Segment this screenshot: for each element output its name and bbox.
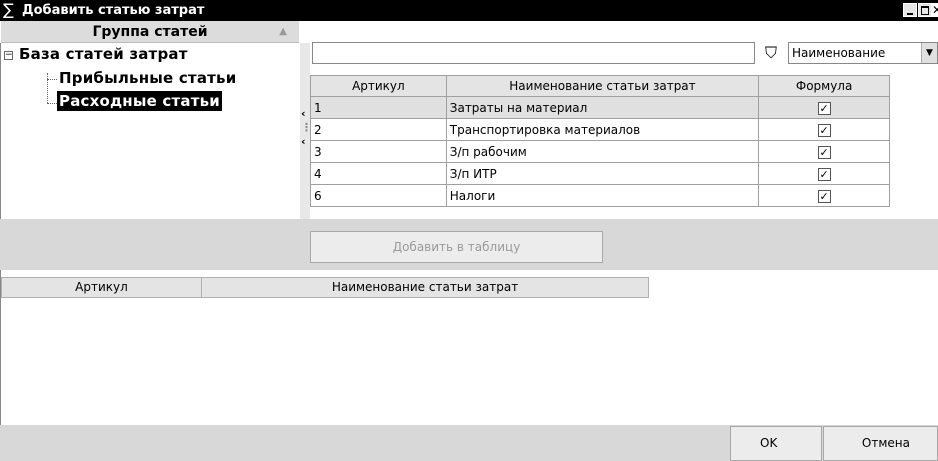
close-button[interactable]: ✕	[932, 3, 938, 17]
column-header-article[interactable]: Артикул	[310, 75, 447, 97]
sort-up-icon: ▲	[279, 26, 287, 37]
cell-formula: ✓	[758, 184, 890, 207]
maximize-button[interactable]	[918, 3, 932, 17]
tree-connector	[47, 79, 57, 80]
column-header-name[interactable]: Наименование статьи затрат	[445, 75, 760, 97]
collapse-left-icon[interactable]: ‹	[301, 135, 306, 148]
collapse-icon[interactable]: −	[4, 51, 13, 60]
search-field-select[interactable]: Наименование ▼	[788, 42, 938, 64]
sigma-icon: ∑	[3, 0, 14, 19]
cell-formula: ✓	[758, 118, 890, 141]
tree-node-expense[interactable]: Расходные статьи	[57, 91, 223, 111]
tree-connector	[47, 103, 57, 104]
formula-checkbox[interactable]: ✓	[817, 123, 831, 137]
table-row[interactable]: 1 Затраты на материал ✓	[310, 96, 890, 119]
add-to-table-button[interactable]: Добавить в таблицу	[310, 231, 603, 263]
cost-items-table: Артикул Наименование статьи затрат Форму…	[310, 75, 890, 207]
chevron-down-icon[interactable]: ▼	[921, 43, 937, 63]
filter-icon[interactable]: ⛉	[761, 44, 781, 62]
collapse-left-icon[interactable]: ‹	[301, 107, 306, 120]
cell-name: Транспортировка материалов	[445, 118, 760, 141]
cell-article: 6	[310, 184, 447, 207]
panel-splitter[interactable]: ‹ ⋮ ‹	[300, 43, 312, 219]
cell-name: З/п ИТР	[445, 162, 760, 185]
tree-header-label: Группа статей	[92, 24, 208, 40]
search-input[interactable]	[312, 42, 755, 64]
cell-formula: ✓	[758, 140, 890, 163]
column-header-name[interactable]: Наименование статьи затрат	[202, 278, 648, 297]
search-field-value: Наименование	[792, 46, 886, 60]
table-row[interactable]: 3 З/п рабочим ✓	[310, 140, 890, 163]
column-header-article[interactable]: Артикул	[2, 278, 202, 297]
cell-formula: ✓	[758, 162, 890, 185]
tree-node-root[interactable]: База статей затрат	[19, 45, 188, 63]
cancel-button[interactable]: Отмена	[823, 426, 938, 461]
cell-article: 1	[310, 96, 447, 119]
ok-button[interactable]: OK	[730, 426, 822, 461]
lower-table-header: Артикул Наименование статьи затрат	[1, 277, 649, 298]
tree-node-income[interactable]: Прибыльные статьи	[59, 69, 236, 87]
column-header-formula[interactable]: Формула	[758, 75, 890, 97]
cell-formula: ✓	[758, 96, 890, 119]
category-tree: − База статей затрат Прибыльные статьи Р…	[0, 43, 300, 219]
formula-checkbox[interactable]: ✓	[817, 189, 831, 203]
formula-checkbox[interactable]: ✓	[817, 167, 831, 181]
formula-checkbox[interactable]: ✓	[817, 101, 831, 115]
cell-name: З/п рабочим	[445, 140, 760, 163]
tree-connector	[47, 73, 48, 103]
cell-article: 2	[310, 118, 447, 141]
cell-article: 3	[310, 140, 447, 163]
formula-checkbox[interactable]: ✓	[817, 145, 831, 159]
window-title: Добавить статью затрат	[22, 3, 205, 18]
cell-name: Налоги	[445, 184, 760, 207]
minimize-button[interactable]	[903, 3, 917, 17]
tree-header[interactable]: Группа статей ▲	[1, 21, 299, 43]
close-icon: ✕	[932, 3, 938, 17]
table-row[interactable]: 2 Транспортировка материалов ✓	[310, 118, 890, 141]
table-row[interactable]: 4 З/п ИТР ✓	[310, 162, 890, 185]
cell-name: Затраты на материал	[445, 96, 760, 119]
cell-article: 4	[310, 162, 447, 185]
table-row[interactable]: 6 Налоги ✓	[310, 184, 890, 207]
selected-items-table: Артикул Наименование статьи затрат	[0, 270, 938, 425]
title-bar: ∑ Добавить статью затрат ✕	[0, 0, 938, 21]
